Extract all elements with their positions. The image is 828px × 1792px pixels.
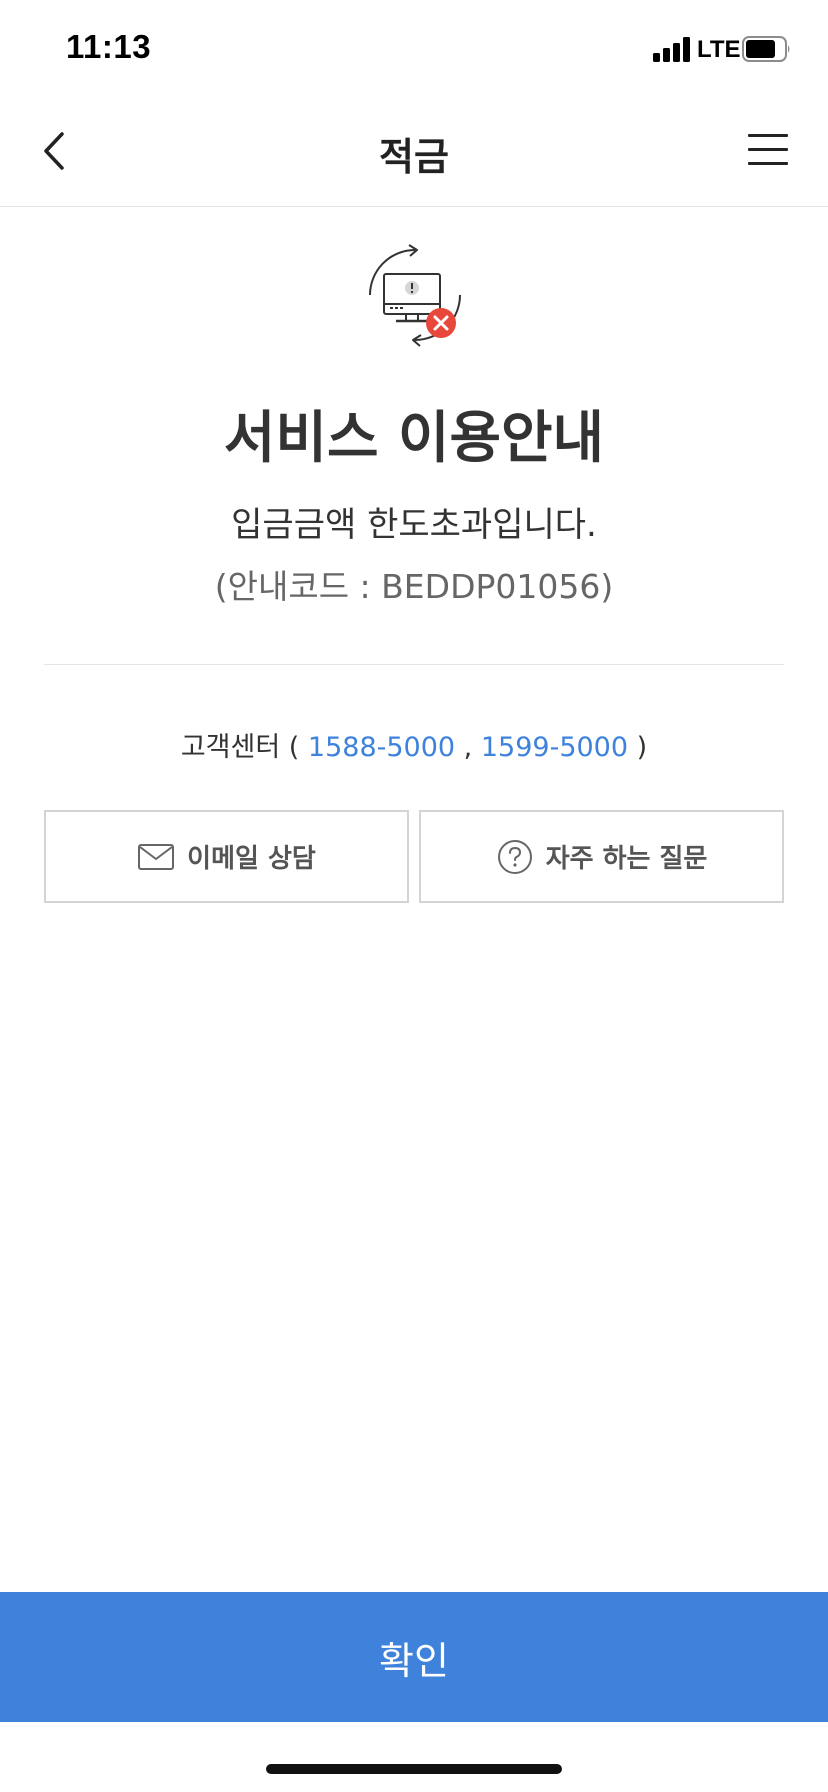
customer-center: 고객센터 ( 1588-5000 , 1599-5000 ) xyxy=(0,725,828,764)
email-consult-button[interactable]: 이메일 상담 xyxy=(44,810,409,903)
signal-icon xyxy=(653,36,691,62)
menu-button[interactable] xyxy=(742,130,794,170)
notice-code: (안내코드 : BEDDP01056) xyxy=(214,567,614,606)
nav-bar: 적금 xyxy=(0,96,828,207)
mail-icon xyxy=(138,843,175,870)
status-time: 11:13 xyxy=(66,28,152,65)
customer-center-close: ) xyxy=(636,732,648,763)
status-bar: 11:13 LTE xyxy=(0,0,828,96)
monitor-error-icon xyxy=(369,244,461,347)
divider xyxy=(44,664,784,665)
hamburger-menu-icon xyxy=(748,134,788,137)
phone-separator: , xyxy=(463,732,473,763)
home-indicator[interactable] xyxy=(266,1764,562,1774)
page-title: 적금 xyxy=(379,135,449,179)
network-label: LTE xyxy=(697,36,741,63)
faq-label: 자주 하는 질문 xyxy=(545,844,708,874)
notice-headline: 서비스 이용안내 xyxy=(223,406,605,471)
customer-center-label: 고객센터 ( xyxy=(180,732,300,763)
phone-link-2[interactable]: 1599-5000 xyxy=(481,732,628,763)
email-consult-label: 이메일 상담 xyxy=(187,844,316,874)
confirm-label: 확인 xyxy=(379,1638,449,1683)
support-actions: 이메일 상담 자주 하는 질문 xyxy=(44,810,784,903)
question-circle-icon xyxy=(497,839,532,874)
phone-link-1[interactable]: 1588-5000 xyxy=(308,732,455,763)
notice-message: 입금금액 한도초과입니다. xyxy=(231,505,597,545)
confirm-button[interactable]: 확인 xyxy=(0,1592,828,1722)
battery-icon xyxy=(742,36,790,62)
faq-button[interactable]: 자주 하는 질문 xyxy=(419,810,784,903)
